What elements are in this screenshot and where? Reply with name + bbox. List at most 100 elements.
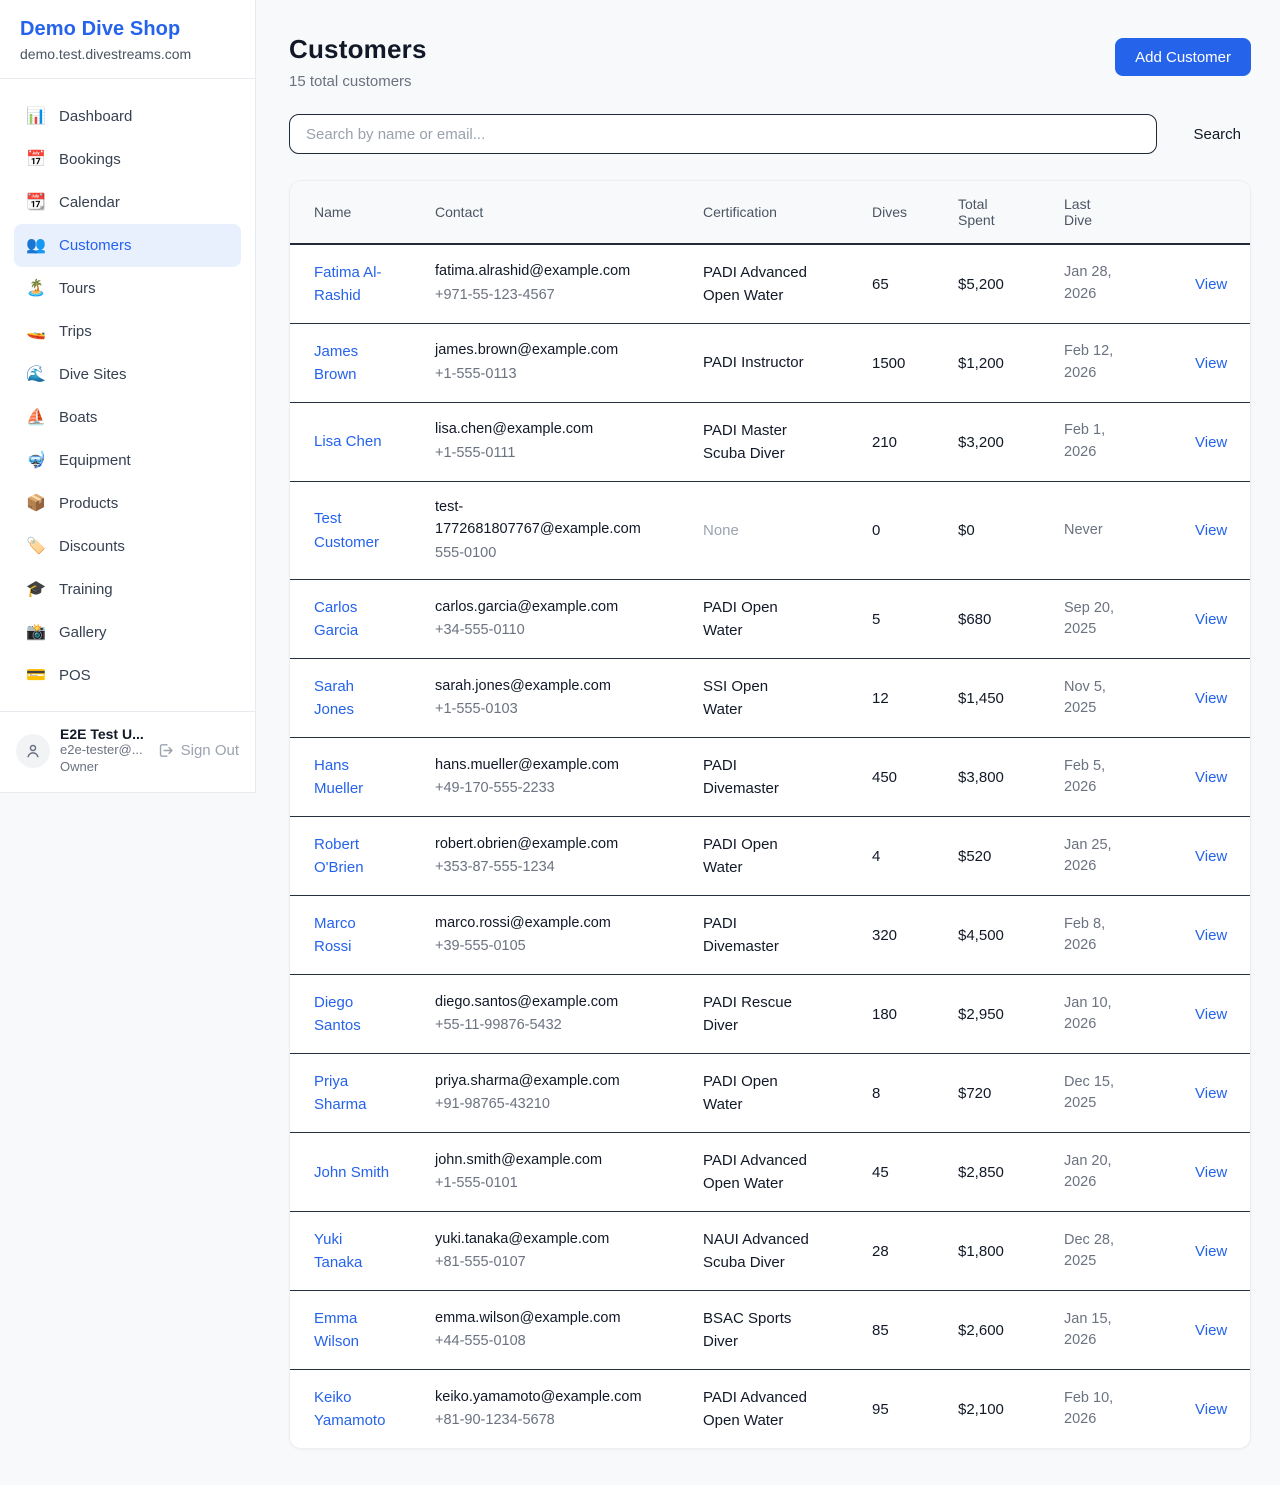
table-row: Priya Sharma priya.sharma@example.com +9… xyxy=(290,1053,1250,1132)
customer-email: priya.sharma@example.com xyxy=(435,1071,647,1093)
customer-name-link[interactable]: Diego Santos xyxy=(314,991,394,1038)
sidebar-nav: 📊 Dashboard 📅 Bookings 📆 Calendar 👥 Cust… xyxy=(0,79,255,711)
customer-last-dive: Jan 25, 2026 xyxy=(1064,835,1141,879)
sidebar-item-pos[interactable]: 💳 POS xyxy=(14,654,241,697)
customer-phone: +49-170-555-2233 xyxy=(435,778,647,800)
sidebar-item-calendar[interactable]: 📆 Calendar xyxy=(14,181,241,224)
customer-phone: +1-555-0113 xyxy=(435,364,647,386)
customer-dives: 180 xyxy=(872,1006,942,1023)
customer-name-link[interactable]: Fatima Al-Rashid xyxy=(314,261,394,308)
sidebar-item-equipment[interactable]: 🤿 Equipment xyxy=(14,439,241,482)
sidebar-item-dive-sites[interactable]: 🌊 Dive Sites xyxy=(14,353,241,396)
sidebar-item-gallery[interactable]: 📸 Gallery xyxy=(14,611,241,654)
customer-name-link[interactable]: Test Customer xyxy=(314,507,394,554)
customer-name-link[interactable]: Yuki Tanaka xyxy=(314,1228,394,1275)
view-customer-link[interactable]: View xyxy=(1195,355,1234,372)
customer-dives: 0 xyxy=(872,522,942,539)
view-customer-link[interactable]: View xyxy=(1195,769,1234,786)
view-customer-link[interactable]: View xyxy=(1195,927,1234,944)
view-customer-link[interactable]: View xyxy=(1195,1164,1234,1181)
sidebar-item-label: POS xyxy=(59,667,91,684)
customer-dives: 320 xyxy=(872,927,942,944)
view-customer-link[interactable]: View xyxy=(1195,1322,1234,1339)
view-customer-link[interactable]: View xyxy=(1195,1401,1234,1418)
sidebar-item-label: Gallery xyxy=(59,624,107,641)
customer-name-link[interactable]: Lisa Chen xyxy=(314,430,394,453)
sidebar-item-products[interactable]: 📦 Products xyxy=(14,482,241,525)
customer-dives: 4 xyxy=(872,848,942,865)
customer-name-link[interactable]: Robert O'Brien xyxy=(314,833,394,880)
customer-total-spent: $720 xyxy=(958,1085,1040,1102)
customer-name-link[interactable]: Priya Sharma xyxy=(314,1070,394,1117)
view-customer-link[interactable]: View xyxy=(1195,1006,1234,1023)
customer-certification: PADI Instructor xyxy=(703,351,810,374)
customer-dives: 28 xyxy=(872,1243,942,1260)
sidebar-item-customers[interactable]: 👥 Customers xyxy=(14,224,241,267)
sidebar-item-label: Training xyxy=(59,581,113,598)
table-row: Carlos Garcia carlos.garcia@example.com … xyxy=(290,579,1250,658)
customer-phone: +91-98765-43210 xyxy=(435,1094,647,1116)
view-customer-link[interactable]: View xyxy=(1195,276,1234,293)
view-customer-link[interactable]: View xyxy=(1195,522,1234,539)
view-customer-link[interactable]: View xyxy=(1195,611,1234,628)
customer-name-link[interactable]: Hans Mueller xyxy=(314,754,394,801)
tours-icon: 🏝️ xyxy=(26,281,46,297)
customer-email: john.smith@example.com xyxy=(435,1150,647,1172)
sign-out-label: Sign Out xyxy=(181,742,239,759)
customer-phone: 555-0100 xyxy=(435,543,647,565)
customer-email: lisa.chen@example.com xyxy=(435,419,647,441)
sidebar-item-label: Tours xyxy=(59,280,96,297)
customer-email: fatima.alrashid@example.com xyxy=(435,261,647,283)
customer-total-spent: $2,600 xyxy=(958,1322,1040,1339)
customer-last-dive: Jan 10, 2026 xyxy=(1064,993,1141,1037)
customer-total-spent: $520 xyxy=(958,848,1040,865)
table-row: Hans Mueller hans.mueller@example.com +4… xyxy=(290,737,1250,816)
customer-dives: 8 xyxy=(872,1085,942,1102)
customer-last-dive: Jan 28, 2026 xyxy=(1064,262,1141,306)
customer-certification: PADI Divemaster xyxy=(703,754,810,801)
table-body: Fatima Al-Rashid fatima.alrashid@example… xyxy=(290,245,1250,1448)
sidebar-item-discounts[interactable]: 🏷️ Discounts xyxy=(14,525,241,568)
customer-total-spent: $3,200 xyxy=(958,434,1040,451)
customer-name-link[interactable]: James Brown xyxy=(314,340,394,387)
sidebar-item-label: Boats xyxy=(59,409,97,426)
customer-name-link[interactable]: Emma Wilson xyxy=(314,1307,394,1354)
avatar xyxy=(16,734,50,768)
brand-block: Demo Dive Shop demo.test.divestreams.com xyxy=(0,0,255,79)
title-block: Customers 15 total customers xyxy=(289,34,427,90)
add-customer-button[interactable]: Add Customer xyxy=(1115,38,1251,76)
customer-name-link[interactable]: John Smith xyxy=(314,1161,394,1184)
discounts-icon: 🏷️ xyxy=(26,539,46,555)
sidebar-item-label: Trips xyxy=(59,323,92,340)
sidebar-item-label: Dashboard xyxy=(59,108,132,125)
sign-out-button[interactable]: Sign Out xyxy=(157,742,239,759)
sidebar-item-bookings[interactable]: 📅 Bookings xyxy=(14,138,241,181)
sidebar-item-training[interactable]: 🎓 Training xyxy=(14,568,241,611)
customer-name-link[interactable]: Carlos Garcia xyxy=(314,596,394,643)
customer-email: marco.rossi@example.com xyxy=(435,913,647,935)
view-customer-link[interactable]: View xyxy=(1195,1243,1234,1260)
view-customer-link[interactable]: View xyxy=(1195,690,1234,707)
view-customer-link[interactable]: View xyxy=(1195,434,1234,451)
customer-last-dive: Nov 5, 2025 xyxy=(1064,677,1141,721)
customer-total-spent: $5,200 xyxy=(958,276,1040,293)
customer-certification: NAUI Advanced Scuba Diver xyxy=(703,1228,810,1275)
table-row: Emma Wilson emma.wilson@example.com +44-… xyxy=(290,1290,1250,1369)
customer-last-dive: Jan 15, 2026 xyxy=(1064,1309,1141,1353)
sidebar-item-trips[interactable]: 🚤 Trips xyxy=(14,310,241,353)
gallery-icon: 📸 xyxy=(26,625,46,641)
table-row: James Brown james.brown@example.com +1-5… xyxy=(290,323,1250,402)
sidebar-item-tours[interactable]: 🏝️ Tours xyxy=(14,267,241,310)
search-input[interactable] xyxy=(289,114,1157,154)
sidebar-item-dashboard[interactable]: 📊 Dashboard xyxy=(14,95,241,138)
customer-name-link[interactable]: Marco Rossi xyxy=(314,912,394,959)
customer-name-link[interactable]: Sarah Jones xyxy=(314,675,394,722)
sidebar-item-boats[interactable]: ⛵ Boats xyxy=(14,396,241,439)
customer-email: yuki.tanaka@example.com xyxy=(435,1229,647,1251)
table-row: Fatima Al-Rashid fatima.alrashid@example… xyxy=(290,245,1250,323)
customer-name-link[interactable]: Keiko Yamamoto xyxy=(314,1386,394,1433)
search-button[interactable]: Search xyxy=(1183,120,1251,149)
view-customer-link[interactable]: View xyxy=(1195,1085,1234,1102)
view-customer-link[interactable]: View xyxy=(1195,848,1234,865)
sidebar-item-label: Products xyxy=(59,495,118,512)
